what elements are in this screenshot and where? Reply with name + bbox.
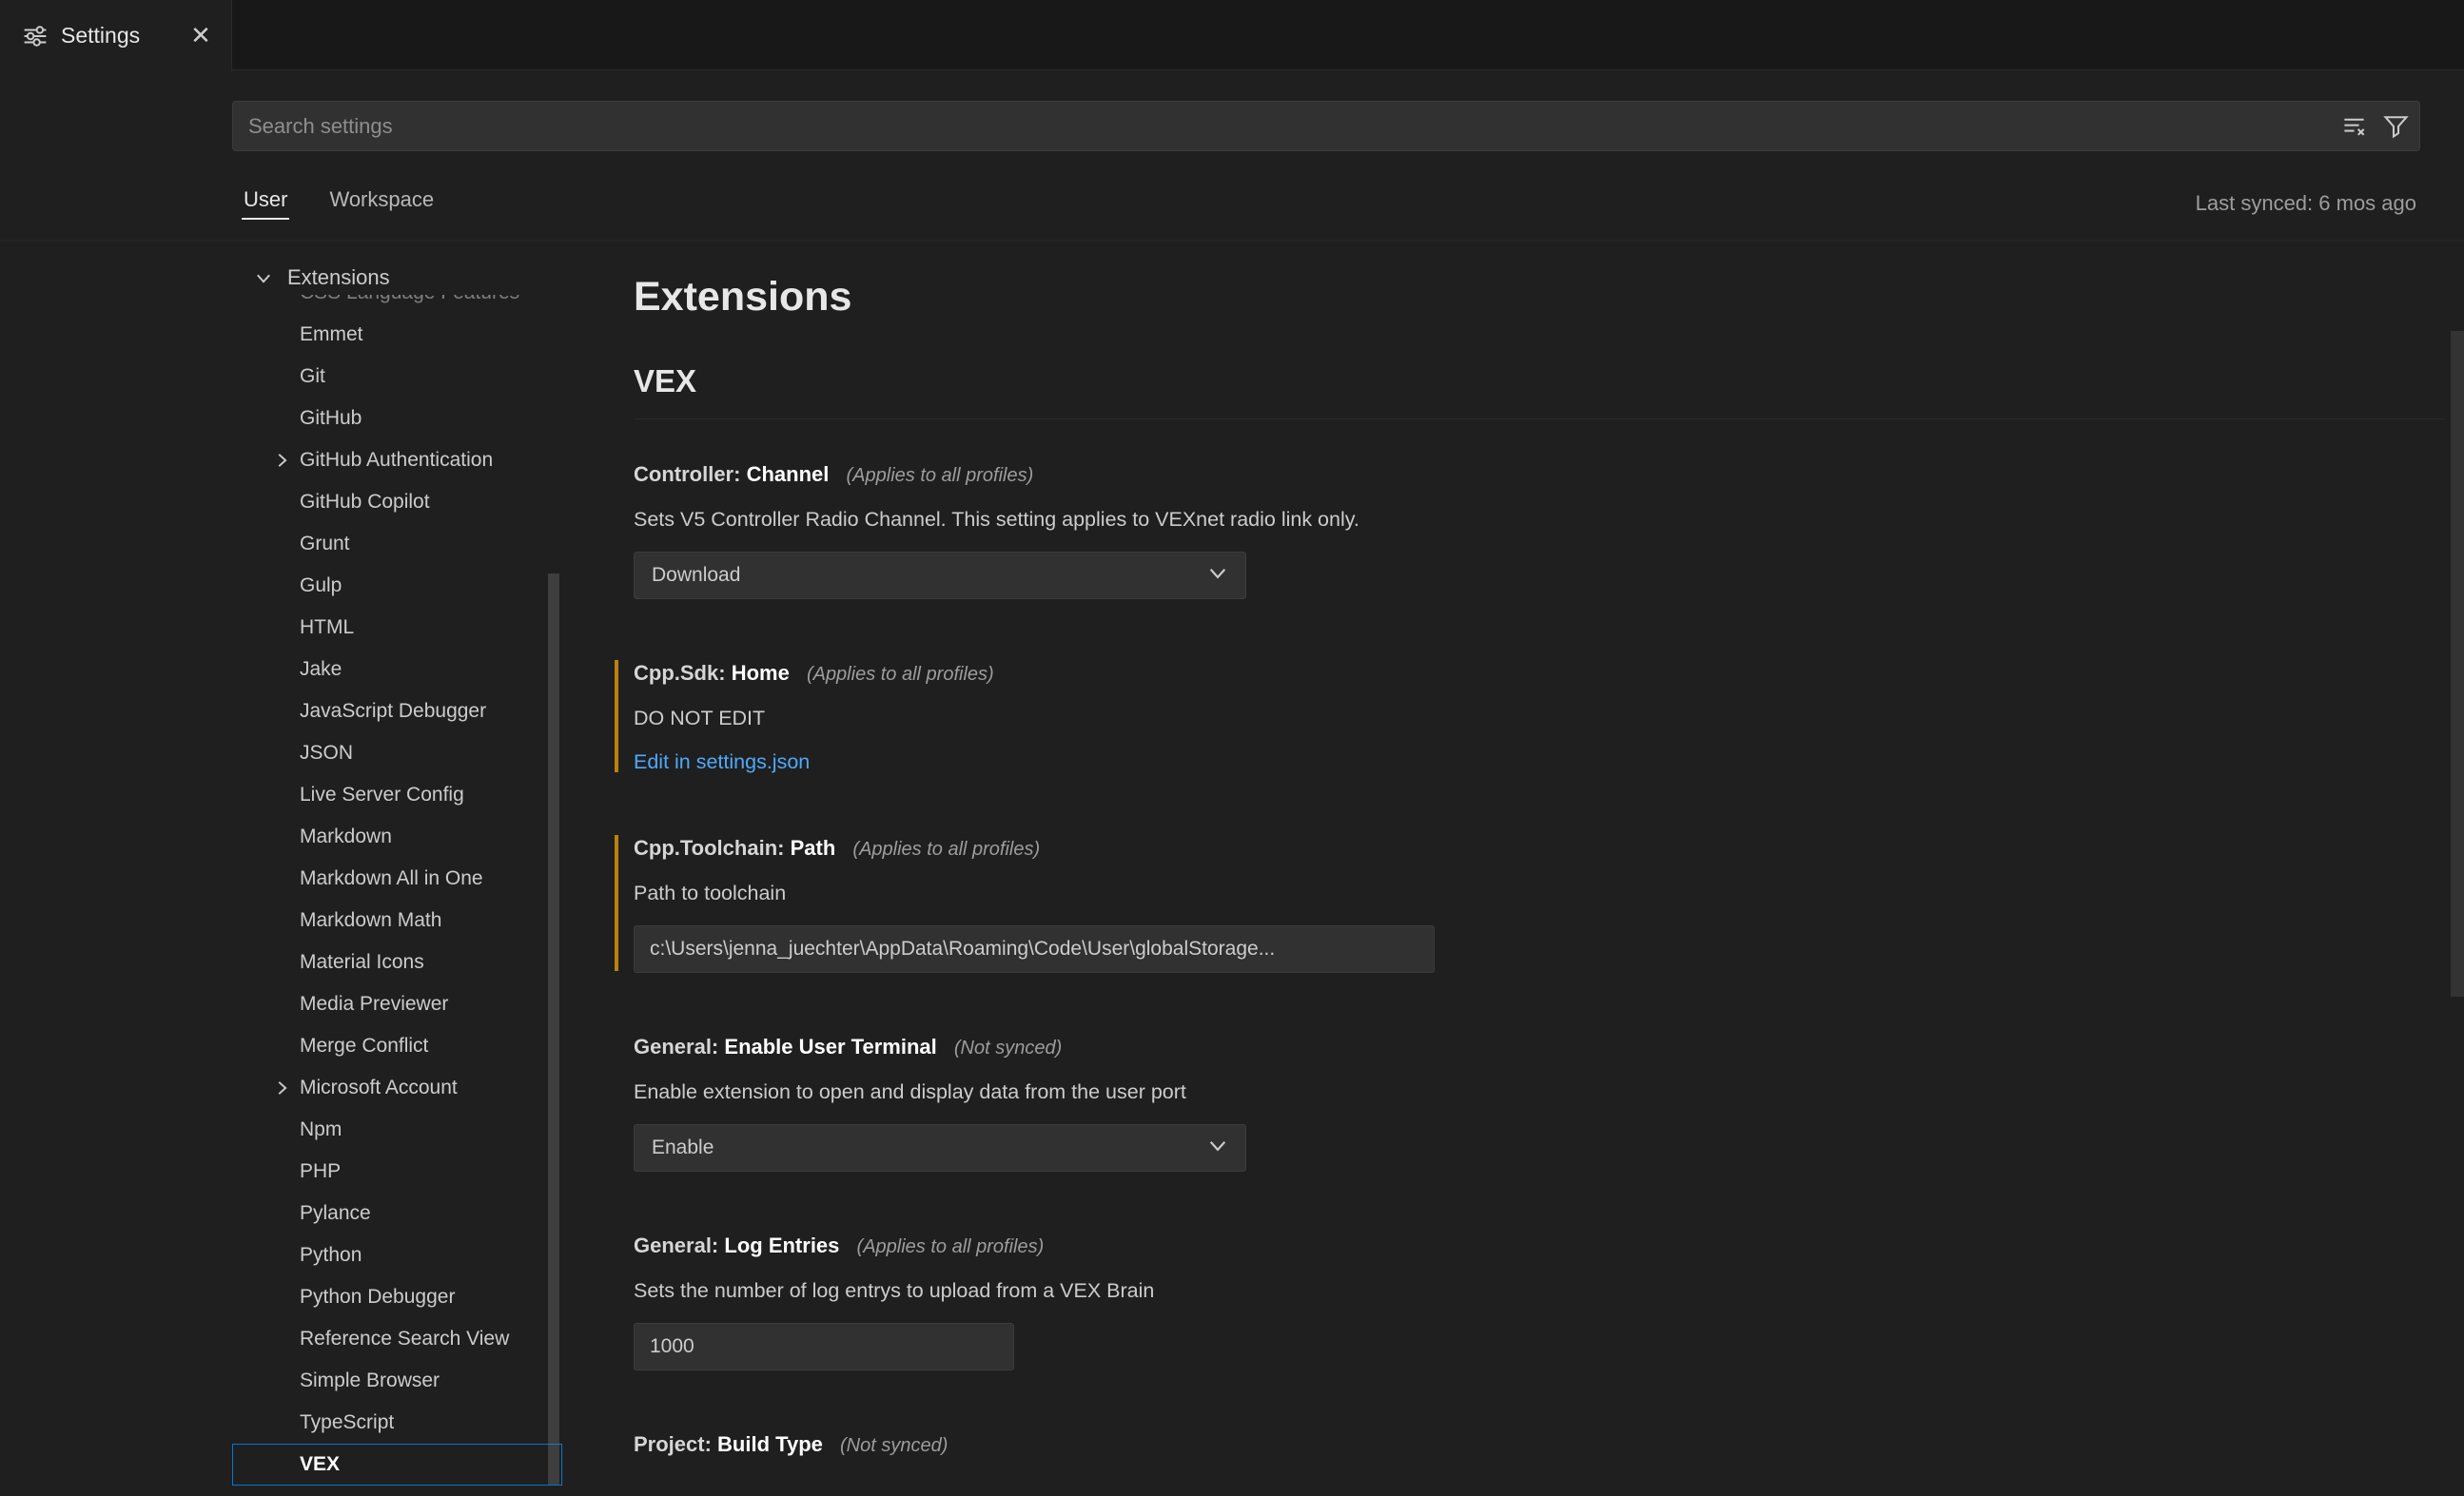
- user-terminal-select[interactable]: Enable: [634, 1124, 1246, 1172]
- search-input[interactable]: [232, 101, 2420, 151]
- settings-tab[interactable]: Settings ✕: [0, 0, 232, 71]
- settings-scrollbar[interactable]: [2451, 331, 2464, 997]
- setting-description: Sets the number of log entrys to upload …: [634, 1275, 2251, 1306]
- toc-item-media-previewer[interactable]: Media Previewer: [232, 983, 562, 1025]
- toc-item-python[interactable]: Python: [232, 1234, 562, 1276]
- toc-scrollbar[interactable]: [548, 573, 559, 1485]
- tab-close-icon[interactable]: ✕: [184, 19, 218, 53]
- toc-item-python-debugger[interactable]: Python Debugger: [232, 1276, 562, 1318]
- toc-item-typescript[interactable]: TypeScript: [232, 1402, 562, 1444]
- channel-select[interactable]: Download: [634, 552, 1246, 599]
- toc-item-javascript-debugger[interactable]: JavaScript Debugger: [232, 690, 562, 732]
- chevron-down-icon: [1205, 560, 1230, 591]
- toc-item-jake[interactable]: Jake: [232, 649, 562, 690]
- toc-item-github-authentication[interactable]: GitHub Authentication: [232, 439, 562, 481]
- settings-search-row: [232, 101, 2420, 151]
- setting-title: Cpp.Sdk: Home (Applies to all profiles): [634, 658, 2251, 690]
- setting-cpp-sdk-home: Cpp.Sdk: Home (Applies to all profiles) …: [634, 658, 2251, 774]
- tab-title: Settings: [61, 23, 140, 49]
- toc-list: CSS Language Features Emmet Git GitHub G…: [232, 272, 562, 1486]
- settings-sliders-icon: [23, 24, 48, 49]
- toc-item-grunt[interactable]: Grunt: [232, 523, 562, 565]
- setting-description: Enable extension to open and display dat…: [634, 1077, 2251, 1107]
- tab-user[interactable]: User: [242, 180, 289, 227]
- edit-in-settings-json-link[interactable]: Edit in settings.json: [634, 750, 810, 774]
- setting-enable-user-terminal: General: Enable User Terminal (Not synce…: [634, 1032, 2251, 1172]
- toc-item-github-copilot[interactable]: GitHub Copilot: [232, 481, 562, 523]
- setting-title: Controller: Channel (Applies to all prof…: [634, 459, 2251, 491]
- toc-item-live-server-config[interactable]: Live Server Config: [232, 774, 562, 816]
- clear-filters-icon[interactable]: [2335, 107, 2373, 146]
- toc-item-npm[interactable]: Npm: [232, 1109, 562, 1151]
- toc-item-markdown[interactable]: Markdown: [232, 816, 562, 858]
- toc-item-markdown-all-in-one[interactable]: Markdown All in One: [232, 858, 562, 900]
- chevron-right-icon: [271, 450, 292, 471]
- setting-title: General: Log Entries (Applies to all pro…: [634, 1231, 2251, 1262]
- settings-toc: CSS Language Features Emmet Git GitHub G…: [232, 260, 562, 1496]
- chevron-right-icon: [271, 1078, 292, 1098]
- log-entries-input[interactable]: [634, 1323, 1014, 1370]
- chevron-down-icon: [253, 267, 274, 288]
- toc-item-microsoft-account[interactable]: Microsoft Account: [232, 1067, 562, 1109]
- last-synced-status: Last synced: 6 mos ago: [2196, 191, 2416, 216]
- editor-tab-bar: Settings ✕: [0, 0, 2464, 70]
- page-title: Extensions: [634, 268, 2464, 325]
- chevron-down-icon: [1205, 1133, 1230, 1163]
- filter-funnel-icon[interactable]: [2376, 107, 2415, 146]
- toc-item-markdown-math[interactable]: Markdown Math: [232, 900, 562, 942]
- toc-item-git[interactable]: Git: [232, 356, 562, 398]
- settings-scope-row: User Workspace Last synced: 6 mos ago: [242, 175, 2416, 232]
- toc-item-simple-browser[interactable]: Simple Browser: [232, 1360, 562, 1402]
- toc-item-json[interactable]: JSON: [232, 732, 562, 774]
- toc-item-html[interactable]: HTML: [232, 607, 562, 649]
- toc-item-gulp[interactable]: Gulp: [232, 565, 562, 607]
- setting-title: Cpp.Toolchain: Path (Applies to all prof…: [634, 833, 2251, 865]
- toc-item-pylance[interactable]: Pylance: [232, 1193, 562, 1234]
- setting-controller-channel: Controller: Channel (Applies to all prof…: [634, 459, 2251, 599]
- setting-log-entries: General: Log Entries (Applies to all pro…: [634, 1231, 2251, 1370]
- header-divider: [0, 240, 2464, 241]
- toc-item-reference-search-view[interactable]: Reference Search View: [232, 1318, 562, 1360]
- toc-item-emmet[interactable]: Emmet: [232, 314, 562, 356]
- setting-title: Project: Build Type (Not synced): [634, 1429, 2251, 1461]
- setting-description: Path to toolchain: [634, 878, 2251, 908]
- setting-description: Sets V5 Controller Radio Channel. This s…: [634, 504, 2251, 534]
- setting-description: DO NOT EDIT: [634, 703, 2251, 733]
- toc-item-material-icons[interactable]: Material Icons: [232, 942, 562, 983]
- toc-item-merge-conflict[interactable]: Merge Conflict: [232, 1025, 562, 1067]
- settings-body: Extensions VEX Controller: Channel (Appl…: [634, 268, 2464, 1496]
- toc-item-vex[interactable]: VEX: [232, 1444, 562, 1486]
- setting-title: General: Enable User Terminal (Not synce…: [634, 1032, 2251, 1063]
- section-title: VEX: [634, 363, 2445, 419]
- toc-item-php[interactable]: PHP: [232, 1151, 562, 1193]
- setting-cpp-toolchain-path: Cpp.Toolchain: Path (Applies to all prof…: [634, 833, 2251, 973]
- toc-header-extensions[interactable]: Extensions: [232, 260, 562, 295]
- toolchain-path-input[interactable]: [634, 925, 1435, 973]
- setting-project-build-type: Project: Build Type (Not synced): [634, 1429, 2251, 1461]
- toc-item-github[interactable]: GitHub: [232, 398, 562, 439]
- tab-workspace[interactable]: Workspace: [327, 180, 436, 227]
